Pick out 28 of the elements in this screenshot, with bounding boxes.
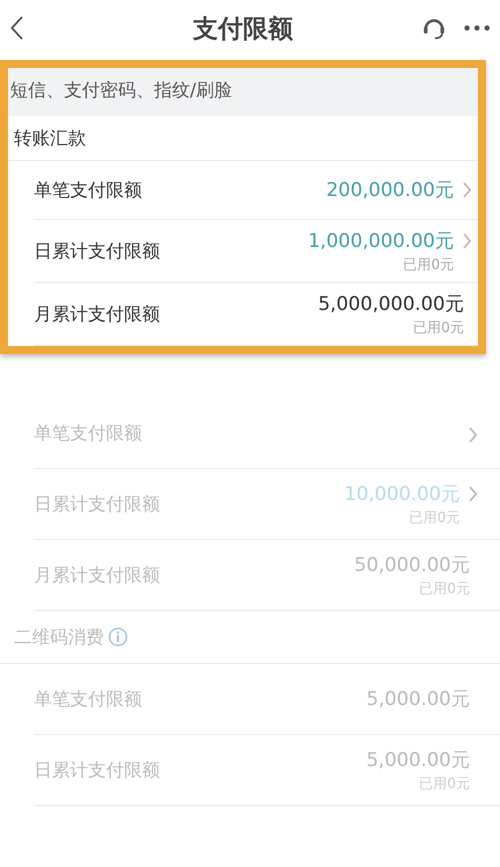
chevron-icon[interactable] [468,426,478,444]
limit-label: 日累计支付限额 [34,493,160,516]
limit-value: 5,000.00元 [366,687,470,712]
chevron-icon[interactable] [462,232,472,250]
limit-label: 月累计支付限额 [34,303,160,326]
limit-value: 200,000.00元 [326,178,454,203]
used-amount: 已用0元 [403,256,454,274]
limit-value: 10,000.00元 [344,482,460,507]
limit-label: 单笔支付限额 [34,179,142,202]
limit-label: 月累计支付限额 [34,564,160,587]
section-title: 二维码消费 [14,626,104,649]
auth-note: 短信、支付密码、指纹/刷脸 [8,68,478,116]
page-title: 支付限额 [192,12,294,44]
used-amount: 已用0元 [413,319,464,337]
limit-label: 日累计支付限额 [34,240,160,263]
limit-value: 1,000,000.00元 [308,229,454,254]
back-icon[interactable] [10,15,24,41]
more-icon[interactable] [464,25,490,31]
section-title: 转账汇款 [14,127,86,150]
info-icon[interactable] [108,627,128,647]
limit-label: 单笔支付限额 [34,688,142,711]
chevron-icon[interactable] [468,485,478,503]
limit-label: 单笔支付限额 [34,422,142,445]
limit-value: 5,000,000.00元 [318,292,464,317]
limit-value: 5,000.00元 [366,748,470,773]
limit-value: 50,000.00元 [354,553,470,578]
chevron-icon[interactable] [462,181,472,199]
limit-label: 日累计支付限额 [34,759,160,782]
